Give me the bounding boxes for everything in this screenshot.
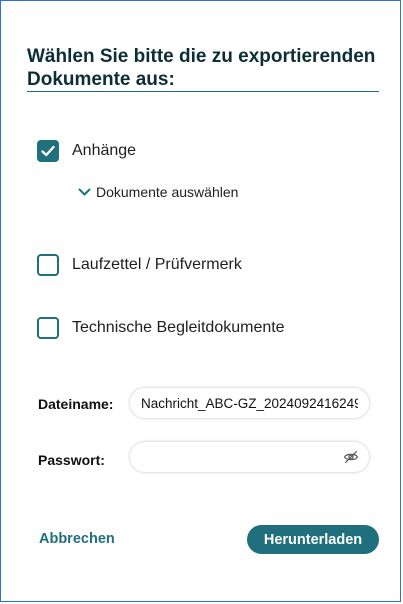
export-dialog: Wählen Sie bitte die zu exportierenden D… bbox=[0, 0, 401, 602]
routing-slip-checkbox[interactable] bbox=[37, 254, 59, 276]
download-button[interactable]: Herunterladen bbox=[247, 525, 379, 554]
eye-off-icon[interactable] bbox=[343, 450, 359, 467]
select-documents-label: Dokumente auswählen bbox=[96, 184, 239, 200]
routing-slip-label: Laufzettel / Prüfvermerk bbox=[72, 256, 242, 273]
technical-docs-label: Technische Begleitdokumente bbox=[72, 319, 285, 336]
title-divider bbox=[27, 91, 379, 92]
filename-label: Dateiname: bbox=[38, 396, 114, 412]
technical-docs-checkbox[interactable] bbox=[37, 317, 59, 339]
password-label: Passwort: bbox=[38, 452, 105, 468]
option-routing-slip[interactable]: Laufzettel / Prüfvermerk bbox=[37, 254, 242, 276]
option-technical-docs[interactable]: Technische Begleitdokumente bbox=[37, 317, 285, 339]
chevron-down-icon bbox=[78, 188, 91, 197]
attachments-label: Anhänge bbox=[72, 142, 137, 159]
filename-value: Nachricht_ABC-GZ_20240924162498 bbox=[141, 395, 358, 411]
option-attachments[interactable]: Anhänge bbox=[37, 140, 136, 162]
checkmark-icon bbox=[41, 145, 55, 157]
attachments-checkbox[interactable] bbox=[37, 140, 59, 162]
password-input[interactable] bbox=[130, 442, 369, 472]
dialog-title: Wählen Sie bitte die zu exportierenden D… bbox=[27, 46, 376, 90]
filename-input[interactable]: Nachricht_ABC-GZ_20240924162498 bbox=[130, 388, 369, 418]
cancel-button[interactable]: Abbrechen bbox=[39, 531, 115, 547]
select-documents-toggle[interactable]: Dokumente auswählen bbox=[78, 184, 238, 200]
